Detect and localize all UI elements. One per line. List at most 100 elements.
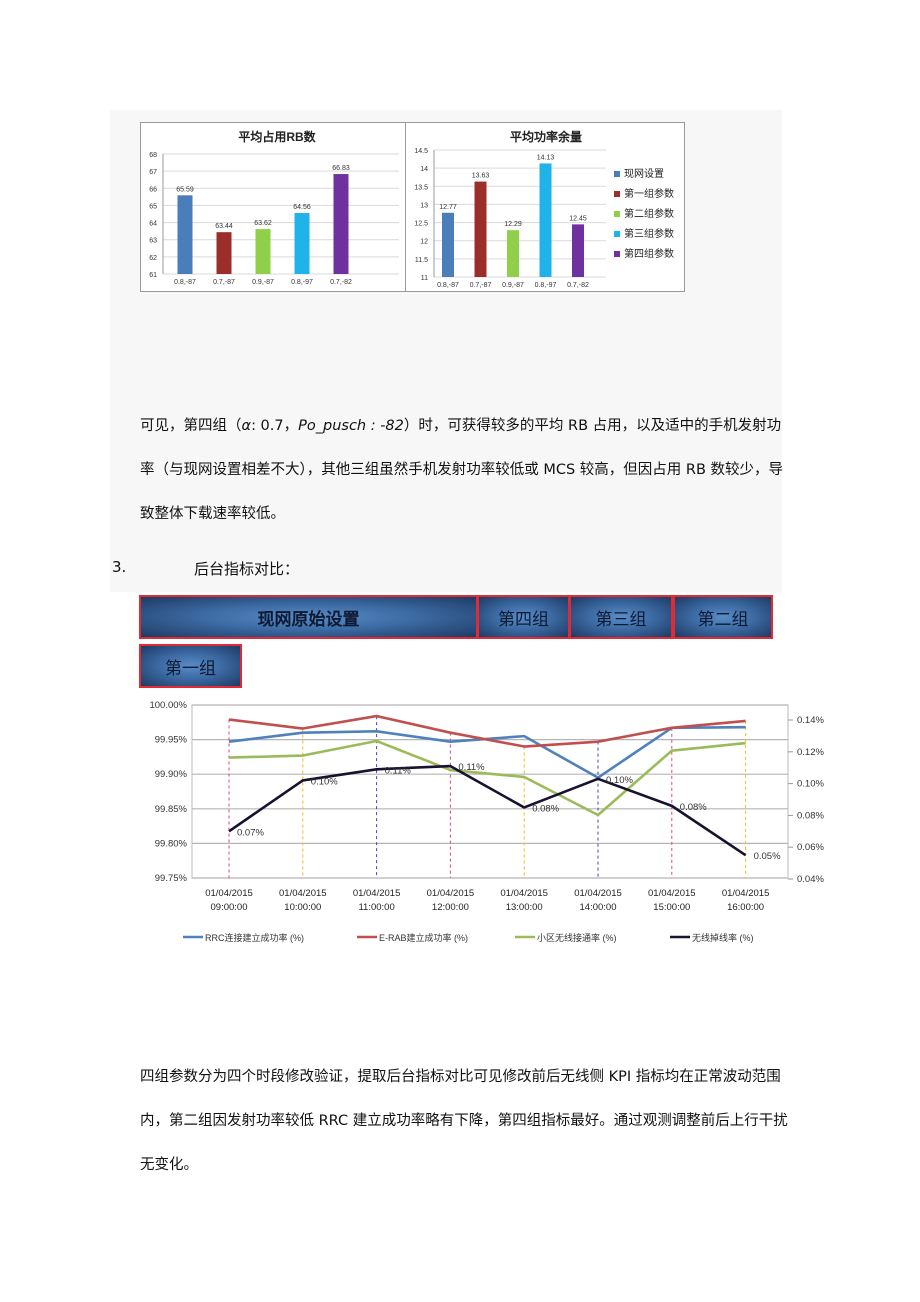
tab-original-settings[interactable]: 现网原始设置 [139,595,478,639]
bar-value-label: 65.59 [176,186,194,193]
bar-value-label: 14.13 [537,154,555,161]
left-y-tick-label: 99.95% [155,735,188,746]
x-tick-label: 0.8,-97 [535,282,557,289]
rb-chart-frame: 平均占用RB数 61 62 63 64 65 66 67 68 65.59 0.8,-87 63.44… [140,122,406,292]
bar [507,230,519,277]
left-y-tick-label: 99.85% [155,804,188,815]
bar [333,174,349,274]
legend-label: 无线掉线率 (%) [692,932,754,943]
right-y-tick-label: 0.14% [797,715,824,726]
x-tick-label-date: 01/04/2015 [353,888,401,899]
left-y-tick-label: 100.00% [149,700,187,711]
section-title: 后台指标对比： [194,560,300,578]
bar [442,212,454,277]
bar-value-label: 63.44 [215,223,233,230]
tab-group-2[interactable]: 第二组 [673,595,773,639]
y-tick-label: 11.5 [415,257,428,264]
x-tick-label-date: 01/04/2015 [205,888,253,899]
section-number: 3. [112,558,127,576]
data-label: 0.10% [606,775,633,786]
bar-value-label: 12.45 [569,215,587,222]
x-tick-label-time: 12:00:00 [432,902,469,913]
paragraph-conclusion-1: 可见，第四组（α: 0.7，Po_pusch : -82）时，可获得较多的平均 … [140,404,790,536]
x-tick-label-time: 15:00:00 [653,902,690,913]
x-tick-label-date: 01/04/2015 [279,888,327,899]
bar [255,229,271,274]
legend-swatch [614,251,620,257]
left-y-tick-label: 99.80% [155,838,188,849]
right-y-tick-label: 0.08% [797,810,824,821]
y-tick-label: 67 [149,169,157,176]
x-tick-label-time: 13:00:00 [506,902,543,913]
y-tick-label: 13.5 [414,184,428,191]
y-tick-label: 66 [149,186,157,193]
data-label: 0.11% [385,765,412,776]
legend-swatch [614,171,620,177]
power-headroom-chart: 平均功率余量 11 11.5 12 12.5 13 13.5 14 14.5 12.77 0.8,-… [414,129,674,289]
x-tick-label: 0.7,-82 [567,282,589,289]
right-y-tick-label: 0.06% [797,842,824,853]
x-tick-label-date: 01/04/2015 [722,888,770,899]
legend-label: 第三组参数 [624,227,674,240]
param-po-pusch: Po_pusch : -82 [298,418,404,434]
y-tick-label: 13 [420,202,428,209]
y-tick-label: 14 [420,166,428,173]
legend-swatch [614,191,620,197]
alpha-symbol: α [241,418,252,434]
data-label: 0.07% [237,827,264,838]
y-tick-label: 12 [420,239,428,246]
legend-label: 现网设置 [624,168,664,180]
x-tick-label: 0.9,-87 [502,282,524,289]
bar [539,163,552,277]
chart-title: 平均占用RB数 [238,129,316,144]
power-chart-frame: 平均功率余量 11 11.5 12 12.5 13 13.5 14 14.5 12.77 0.8,-… [405,122,685,292]
paragraph-conclusion-2: 四组参数分为四个时段修改验证，提取后台指标对比可见修改前后无线侧 KPI 指标均… [140,1069,788,1173]
bar [294,212,310,274]
text-run: 可见，第四组（ [140,418,242,434]
x-tick-label-time: 09:00:00 [211,902,248,913]
right-y-tick-label: 0.10% [797,779,824,790]
rb-usage-chart: 平均占用RB数 61 62 63 64 65 66 67 68 65.59 0.8,-87 63.44… [149,129,399,286]
data-label: 0.08% [532,803,559,814]
kpi-line-chart: 99.75% 99.80% 99.85% 99.90% 99.95% 100.00% 0.0… [149,700,824,943]
tab-group-1[interactable]: 第一组 [139,644,242,688]
bar [216,232,232,274]
x-tick-label: 0.8,-87 [174,279,196,286]
legend-label: 第四组参数 [624,247,674,260]
x-tick-label: 0.8,-87 [437,282,459,289]
right-y-tick-label: 0.12% [797,747,824,758]
data-label: 0.11% [458,762,485,773]
legend-label: RRC连接建立成功率 (%) [205,932,304,943]
legend-label: E-RAB建立成功率 (%) [379,932,468,943]
left-y-tick-label: 99.75% [155,873,188,884]
left-y-tick-label: 99.90% [155,769,188,780]
bar-value-label: 12.77 [439,204,457,211]
y-tick-label: 61 [149,272,157,279]
legend-label: 第一组参数 [624,187,674,200]
x-tick-label-time: 14:00:00 [580,902,617,913]
bar [572,224,584,277]
x-tick-label: 0.9,-87 [252,279,274,286]
x-tick-label-time: 16:00:00 [727,902,764,913]
y-tick-label: 62 [149,255,157,262]
y-tick-label: 64 [149,221,157,228]
y-tick-label: 11 [421,275,428,282]
legend-label: 第二组参数 [624,207,674,220]
right-y-tick-label: 0.04% [797,874,824,885]
y-tick-label: 68 [149,152,157,159]
x-tick-label: 0.7,-82 [330,279,352,286]
tab-group-3[interactable]: 第三组 [569,595,673,639]
bar [474,181,487,277]
x-tick-label-date: 01/04/2015 [500,888,548,899]
text-run: : 0.7， [251,418,299,434]
data-label: 0.10% [311,776,338,787]
x-tick-label: 0.7,-87 [213,279,235,286]
legend-swatch [614,231,620,237]
bar-value-label: 12.29 [504,221,522,228]
tab-group-4[interactable]: 第四组 [477,595,570,639]
bar-value-label: 63.62 [254,220,272,227]
x-tick-label: 0.8,-97 [291,279,313,286]
legend-label: 小区无线接通率 (%) [537,932,617,943]
bar-value-label: 64.56 [293,204,311,211]
x-tick-label-date: 01/04/2015 [574,888,622,899]
